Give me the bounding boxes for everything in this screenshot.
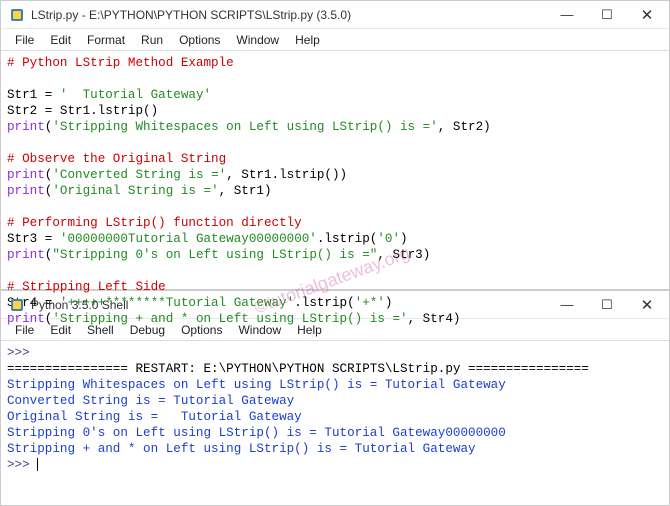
code-line: , Str3): [377, 248, 430, 262]
text-cursor: [37, 458, 38, 471]
menu-help[interactable]: Help: [287, 31, 328, 49]
code-line: # Performing LStrip() function directly: [7, 216, 302, 230]
output-line: Original String is = Tutorial Gateway: [7, 410, 302, 424]
window-controls: — ☐ ✕: [547, 2, 667, 28]
code-line: , Str1.lstrip()): [226, 168, 347, 182]
code-line: 'Stripping Whitespaces on Left using LSt…: [52, 120, 437, 134]
output-line: Stripping 0's on Left using LStrip() is …: [7, 426, 506, 440]
menu-window[interactable]: Window: [230, 321, 289, 339]
code-line: Str3 =: [7, 232, 60, 246]
menu-debug[interactable]: Debug: [122, 321, 173, 339]
menu-file[interactable]: File: [7, 31, 42, 49]
close-button[interactable]: ✕: [627, 2, 667, 28]
code-line: # Python LStrip Method Example: [7, 56, 234, 70]
code-line: "Stripping 0's on Left using LStrip() is…: [52, 248, 377, 262]
code-line: '00000000Tutorial Gateway00000000': [60, 232, 317, 246]
code-line: ): [400, 232, 408, 246]
menu-format[interactable]: Format: [79, 31, 133, 49]
editor-title: LStrip.py - E:\PYTHON\PYTHON SCRIPTS\LSt…: [31, 8, 547, 22]
output-line: Stripping + and * on Left using LStrip()…: [7, 442, 476, 456]
code-line: , Str1): [219, 184, 272, 198]
minimize-button[interactable]: —: [547, 2, 587, 28]
menu-edit[interactable]: Edit: [42, 321, 79, 339]
editor-titlebar[interactable]: LStrip.py - E:\PYTHON\PYTHON SCRIPTS\LSt…: [1, 1, 669, 29]
close-button[interactable]: ✕: [627, 292, 667, 318]
code-line: Str1 =: [7, 88, 60, 102]
prompt: >>>: [7, 458, 30, 472]
code-line: 'Original String is =': [52, 184, 218, 198]
menu-window[interactable]: Window: [228, 31, 287, 49]
maximize-button[interactable]: ☐: [587, 2, 627, 28]
output-line: Stripping Whitespaces on Left using LStr…: [7, 378, 506, 392]
code-line: '0': [377, 232, 400, 246]
code-line: print: [7, 168, 45, 182]
menu-options[interactable]: Options: [173, 321, 230, 339]
shell-title: Python 3.5.0 Shell: [31, 298, 547, 312]
maximize-button[interactable]: ☐: [587, 292, 627, 318]
code-line: .lstrip(: [317, 232, 377, 246]
menu-shell[interactable]: Shell: [79, 321, 122, 339]
prompt: >>>: [7, 346, 30, 360]
menu-edit[interactable]: Edit: [42, 31, 79, 49]
code-line: # Observe the Original String: [7, 152, 226, 166]
window-controls: — ☐ ✕: [547, 292, 667, 318]
restart-line: ================ RESTART: E:\PYTHON\PYTH…: [7, 362, 589, 376]
menu-help[interactable]: Help: [289, 321, 330, 339]
code-line: print: [7, 248, 45, 262]
code-area[interactable]: # Python LStrip Method Example Str1 = ' …: [1, 51, 669, 331]
code-line: ' Tutorial Gateway': [60, 88, 211, 102]
editor-menubar: File Edit Format Run Options Window Help: [1, 29, 669, 51]
menu-file[interactable]: File: [7, 321, 42, 339]
code-line: print: [7, 184, 45, 198]
menu-options[interactable]: Options: [171, 31, 228, 49]
code-line: print: [7, 120, 45, 134]
code-line: 'Converted String is =': [52, 168, 226, 182]
minimize-button[interactable]: —: [547, 292, 587, 318]
python-shell-icon: [9, 297, 25, 313]
editor-window: LStrip.py - E:\PYTHON\PYTHON SCRIPTS\LSt…: [0, 0, 670, 290]
code-line: , Str4): [408, 312, 461, 326]
output-line: Converted String is = Tutorial Gateway: [7, 394, 294, 408]
menu-run[interactable]: Run: [133, 31, 171, 49]
code-line: Str2 = Str1.lstrip(): [7, 104, 158, 118]
python-file-icon: [9, 7, 25, 23]
code-line: , Str2): [438, 120, 491, 134]
code-line: # Stripping Left Side: [7, 280, 166, 294]
shell-area[interactable]: >>> ================ RESTART: E:\PYTHON\…: [1, 341, 669, 477]
